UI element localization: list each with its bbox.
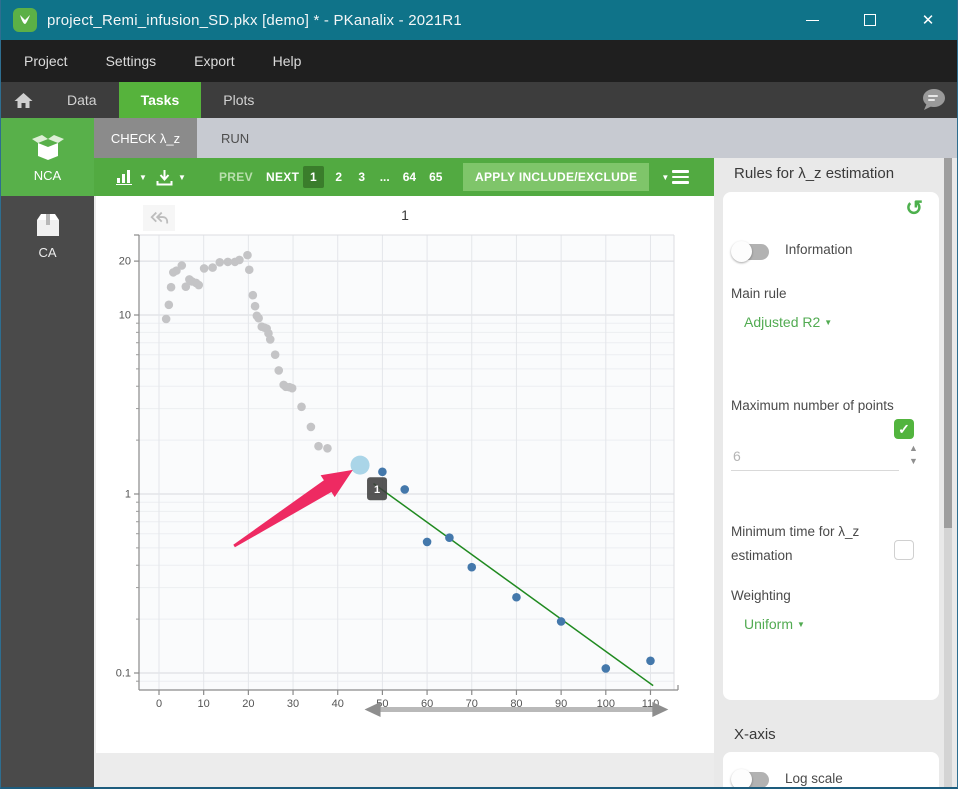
subtab-check-lambda-z[interactable]: CHECK λ_z — [94, 118, 197, 158]
open-box-icon — [31, 134, 64, 160]
menu-settings[interactable]: Settings — [106, 53, 157, 69]
pkanalix-logo-icon — [13, 8, 37, 32]
close-button[interactable]: ✕ — [899, 0, 957, 40]
page-ellipsis: ... — [379, 170, 390, 184]
max-points-input[interactable] — [731, 446, 899, 471]
home-button[interactable] — [1, 92, 45, 109]
plot-type-button[interactable]: ▼ — [116, 158, 147, 196]
page-button-3[interactable]: 3 — [357, 170, 367, 184]
plot-menu-button[interactable] — [672, 158, 689, 196]
page-button-1[interactable]: 1 — [303, 166, 324, 188]
app-window: project_Remi_infusion_SD.pkx [demo] * - … — [0, 0, 958, 789]
log-scale-label: Log scale — [785, 771, 843, 786]
svg-text:10: 10 — [119, 310, 131, 322]
menu-help[interactable]: Help — [273, 53, 302, 69]
min-time-label: Minimum time for λ_z estimation — [731, 524, 860, 563]
sidebar-item-label: NCA — [33, 167, 62, 183]
home-icon — [14, 92, 32, 108]
maximize-icon — [864, 14, 876, 26]
apply-options-caret[interactable]: ▼ — [661, 173, 669, 182]
feedback-button[interactable] — [917, 86, 949, 114]
sidebar-item-nca[interactable]: NCA — [1, 118, 94, 196]
minimize-button[interactable] — [783, 0, 841, 40]
undo-button[interactable] — [143, 205, 175, 231]
main-rule-dropdown[interactable]: Adjusted R2 ▼ — [744, 314, 832, 330]
toggle-knob — [731, 769, 752, 787]
xaxis-section-title: X-axis — [734, 726, 776, 743]
tab-data[interactable]: Data — [45, 82, 119, 118]
weighting-label: Weighting — [731, 588, 791, 603]
chevron-down-icon: ▼ — [824, 318, 833, 327]
tab-bar: Data Tasks Plots — [1, 82, 957, 118]
point-tooltip: 1 — [367, 477, 388, 501]
close-icon: ✕ — [921, 11, 935, 29]
menu-bar: Project Settings Export Help — [1, 40, 957, 82]
apply-include-exclude-button[interactable]: APPLY INCLUDE/EXCLUDE — [463, 163, 650, 191]
log-scale-toggle[interactable] — [731, 769, 769, 787]
titlebar: project_Remi_infusion_SD.pkx [demo] * - … — [1, 0, 957, 40]
svg-text:30: 30 — [287, 698, 299, 710]
download-icon — [156, 169, 173, 185]
plot-area: 20 10 1 0.1 0 10 20 30 40 50 60 70 80 90 100 110 1 1 — [94, 196, 714, 787]
spinner-up-icon[interactable]: ▲ — [909, 444, 918, 453]
tab-tasks[interactable]: Tasks — [118, 82, 202, 118]
task-sidebar: NCA CA — [1, 118, 94, 787]
check-icon: ✓ — [898, 420, 910, 437]
chart-subject-title: 1 — [401, 207, 409, 223]
chat-bubble-icon — [923, 89, 945, 110]
menu-project[interactable]: Project — [24, 53, 68, 69]
svg-text:20: 20 — [119, 256, 131, 268]
min-time-checkbox[interactable] — [894, 540, 914, 560]
rules-card: ↺ Information Main rule Adjusted R2 ▼ Max… — [723, 192, 939, 700]
rules-panel-title: Rules for λ_z estimation — [734, 165, 895, 182]
svg-text:40: 40 — [332, 698, 344, 710]
page-button-65[interactable]: 65 — [429, 170, 442, 184]
max-points-stepper[interactable]: ▲ ▼ — [909, 444, 918, 466]
weighting-dropdown[interactable]: Uniform ▼ — [744, 616, 805, 632]
export-plot-button[interactable]: ▼ — [156, 158, 186, 196]
undo-icon — [150, 211, 169, 224]
main-rule-label: Main rule — [731, 286, 787, 301]
hamburger-icon — [672, 170, 689, 184]
selected-point — [350, 455, 370, 475]
subtab-run[interactable]: RUN — [197, 118, 273, 158]
spinner-down-icon[interactable]: ▼ — [909, 457, 918, 466]
svg-text:0.1: 0.1 — [116, 668, 131, 680]
menu-export[interactable]: Export — [194, 53, 234, 69]
tab-plots[interactable]: Plots — [201, 82, 276, 118]
maximize-button[interactable] — [841, 0, 899, 40]
sidebar-item-ca[interactable]: CA — [1, 196, 94, 274]
information-toggle[interactable] — [731, 241, 769, 262]
max-points-checkbox[interactable]: ✓ — [894, 419, 914, 439]
information-label: Information — [785, 242, 853, 257]
max-points-label: Maximum number of points — [731, 398, 894, 413]
settings-panel: Rules for λ_z estimation ↺ Information M… — [714, 158, 957, 787]
next-page-button[interactable]: NEXT — [266, 158, 299, 196]
xaxis-card: Log scale — [723, 752, 939, 787]
window-title: project_Remi_infusion_SD.pkx [demo] * - … — [47, 11, 462, 29]
page-button-2[interactable]: 2 — [334, 170, 344, 184]
svg-text:1: 1 — [125, 489, 131, 501]
reset-rules-icon[interactable]: ↺ — [905, 196, 923, 221]
closed-box-icon — [36, 213, 59, 236]
chevron-down-icon: ▼ — [797, 620, 805, 629]
chart-canvas[interactable]: 201010.10 10 20 30 40 50 60 70 80 90 100 1101 — [96, 196, 714, 753]
svg-text:1: 1 — [374, 484, 380, 496]
prev-page-button[interactable]: PREV — [219, 158, 253, 196]
svg-text:10: 10 — [198, 698, 210, 710]
panel-scrollbar-thumb[interactable] — [944, 158, 952, 528]
sidebar-item-label: CA — [38, 244, 57, 260]
svg-text:0: 0 — [156, 698, 162, 710]
chevron-down-icon: ▼ — [178, 172, 186, 182]
chart-panel: 20 10 1 0.1 0 10 20 30 40 50 60 70 80 90 100 110 1 1 — [96, 196, 714, 753]
subtab-bar: CHECK λ_z RUN — [94, 118, 957, 158]
minimize-icon — [805, 19, 819, 21]
bar-chart-icon — [116, 170, 132, 185]
plot-toolbar: ▼ ▼ PREV NEXT 1 2 3 ... 64 65 APPLY INCL… — [94, 158, 714, 196]
panel-scrollbar-track[interactable] — [944, 158, 952, 787]
svg-text:20: 20 — [242, 698, 254, 710]
chevron-down-icon: ▼ — [139, 172, 147, 182]
toggle-knob — [731, 241, 752, 262]
page-button-64[interactable]: 64 — [403, 170, 416, 184]
